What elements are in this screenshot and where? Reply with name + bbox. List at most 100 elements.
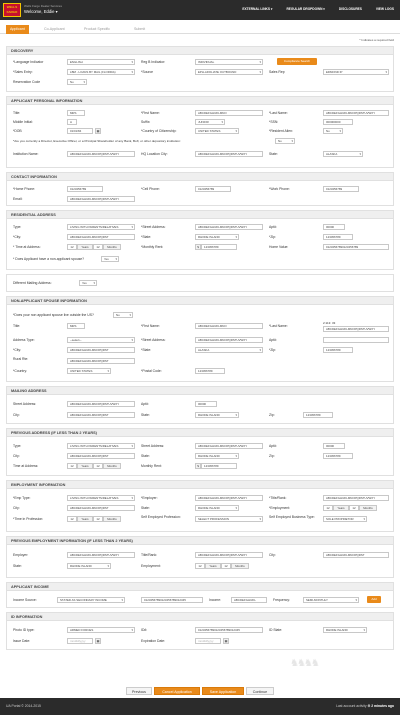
city-input[interactable]: ABCDEFGHIJKLMNOPQRST [67, 347, 135, 353]
street-input[interactable]: ABCDEFGHIJKLMNOPQRSTUVWXY [195, 443, 263, 449]
outside-us-select[interactable]: No [113, 312, 133, 318]
first-name-input[interactable]: ABCDEFGHIJKLMNO [195, 323, 263, 329]
email-input[interactable]: ABCDEFGHIJKLMNOPQRSTUVWXY [67, 196, 135, 202]
apt-input[interactable]: 00000 [323, 224, 345, 230]
nav-disclosures[interactable]: DISCLOSURES [339, 7, 362, 11]
non-applicant-spouse-select[interactable]: Yes [101, 256, 119, 262]
id-state-select[interactable]: RHODE ISLAND [323, 627, 367, 633]
dob-input[interactable]: 01/01/84 [67, 128, 93, 134]
last-name-input[interactable]: ABCDEFGHIJKLMNOPQRSTUVWXY [323, 326, 389, 332]
years-input[interactable]: 12 [323, 505, 333, 511]
ssn-input[interactable]: 000000000 [323, 119, 353, 125]
frequency-select[interactable]: SEMI-MONTHLY [303, 597, 359, 603]
home-phone-input[interactable]: 0123456789 [67, 186, 103, 192]
work-phone-input[interactable]: 0123456789 [323, 186, 359, 192]
state-select[interactable]: RHODE ISLAND [67, 563, 111, 569]
hq-input[interactable]: ABCDEFGHIJKLMNOPQRSTUVWXY [195, 151, 263, 157]
address-type-select[interactable]: --select-- [67, 337, 135, 343]
title-input[interactable]: MRS [67, 110, 85, 116]
title-rank-input[interactable]: ABCDEFGHIJKLMNOPQRSTUVWXY [323, 495, 389, 501]
compliance-search-button[interactable]: Compliance Search [277, 58, 317, 65]
issue-date-input[interactable]: mm/dd/yyyy [67, 638, 93, 644]
city-input[interactable]: ABCDEFGHIJKLMNOPQRST [67, 505, 135, 511]
months-input[interactable]: 12 [349, 505, 359, 511]
tab-co-applicant[interactable]: Co-Applicant [40, 25, 69, 34]
type-select[interactable]: LIVING WITH PARENTS/RELATIVES [67, 224, 135, 230]
state-select[interactable]: RHODE ISLAND [195, 453, 239, 459]
self-employed-profession-select[interactable]: SELECT PROFESSION [195, 516, 263, 522]
last-name-input[interactable]: ABCDEFGHIJKLMNOPQRSTUVWXY [323, 110, 389, 116]
save-application-button[interactable]: Save Application [202, 687, 244, 695]
emp-type-select[interactable]: LIVING WITH PARENTS/RELATIVES [67, 495, 135, 501]
nav-regular-dropdown[interactable]: REGULAR DROPDOWN ▾ [286, 7, 324, 11]
institution-input[interactable]: ABCDEFGHIJKLMNOPQRSTUVWXY [67, 151, 135, 157]
self-employed-type-select[interactable]: SOLE PROPRIETOR [323, 516, 367, 522]
rural-route-input[interactable]: ABCDEFGHIJKLMNOPQRST [67, 358, 135, 364]
suffix-select[interactable]: JUNIOR [195, 119, 225, 125]
calendar-icon[interactable]: ▦ [95, 128, 101, 134]
type-select[interactable]: LIVING WITH PARENTS/RELATIVES [67, 443, 135, 449]
years-input[interactable]: 12 [67, 463, 77, 469]
months-input[interactable]: 12 [93, 463, 103, 469]
monthly-rent-input[interactable]: 123456789 [201, 244, 237, 250]
nav-view-logs[interactable]: VIEW LOGS [376, 7, 394, 11]
employer-input[interactable]: ABCDEFGHIJKLMNOPQRSTUVWXY [67, 552, 135, 558]
language-select[interactable]: ENGLISH [67, 59, 135, 65]
sales-entry-select[interactable]: LBM - LOANS BY MAIL (FLORIDA) [67, 69, 135, 75]
months-input[interactable]: 12 [93, 244, 103, 250]
state-select[interactable]: ALASKA [323, 151, 363, 157]
resident-alien-select[interactable]: No [323, 128, 343, 134]
middle-initial-input[interactable]: A [67, 119, 77, 125]
citizenship-select[interactable]: UNITED STATES [195, 128, 239, 134]
cell-phone-input[interactable]: 0123456789 [195, 186, 231, 192]
income-input[interactable]: ABCDEFGHIJKL [231, 597, 267, 603]
expiration-date-input[interactable]: mm/dd/yyyy [195, 638, 221, 644]
years-input[interactable]: 12 [195, 563, 205, 569]
apt-input[interactable]: 00000 [195, 401, 217, 407]
calendar-icon[interactable]: ▦ [223, 638, 229, 644]
add-income-button[interactable]: Add [367, 596, 381, 603]
photo-id-type-select[interactable]: ARMED FORCES [67, 627, 135, 633]
sales-rep-select[interactable]: EDMOND IP [323, 69, 389, 75]
street-input[interactable]: ABCDEFGHIJKLMNOPQRSTUVWXY [195, 224, 263, 230]
first-name-input[interactable]: ABCDEFGHIJKLMNO [195, 110, 263, 116]
city-input[interactable]: ABCDEFGHIJKLMNOPQRST [67, 412, 135, 418]
cancel-application-button[interactable]: Cancel Application [154, 687, 200, 695]
zip-input[interactable]: 123456789 [303, 412, 333, 418]
tab-product-specific[interactable]: Product Specific [80, 25, 114, 34]
country-select[interactable]: UNITED STATES [67, 368, 111, 374]
state-select[interactable]: RHODE ISLAND [195, 234, 239, 240]
home-value-input[interactable]: 01234567890123456789 [323, 244, 389, 250]
profession-months-input[interactable]: 12 [93, 516, 103, 522]
source-select[interactable]: EPH-AFFILIATE OUTBOUND [195, 69, 263, 75]
street-input[interactable]: ABCDEFGHIJKLMNOPQRSTUVWXY [195, 337, 263, 343]
zip-input[interactable]: 123456789 [323, 453, 353, 459]
city-input[interactable]: ABCDEFGHIJKLMNOPQRST [67, 234, 135, 240]
calendar-icon[interactable]: ▦ [95, 638, 101, 644]
tab-applicant[interactable]: Applicant [6, 25, 29, 34]
title-rank-input[interactable]: ABCDEFGHIJKLMNOPQRSTUVWXY [195, 552, 263, 558]
months-input[interactable]: 12 [221, 563, 231, 569]
apt-input[interactable]: 00000 [323, 443, 345, 449]
title-input[interactable]: MRS [67, 323, 85, 329]
different-mailing-select[interactable]: Yes [79, 280, 97, 286]
nav-external-links[interactable]: EXTERNAL LINKS ▾ [242, 7, 272, 11]
previous-button[interactable]: Previous [126, 687, 152, 695]
continue-button[interactable]: Continue [246, 687, 274, 695]
postal-code-input[interactable]: 123456789 [195, 368, 225, 374]
zip-input[interactable]: 123456789 [323, 234, 353, 240]
state-select[interactable]: ALASKA [195, 347, 263, 353]
street-input[interactable]: ABCDEFGHIJKLMNOPQRSTUVWXY [67, 401, 135, 407]
state-select[interactable]: RHODE ISLAND [195, 505, 239, 511]
income-amount-input[interactable]: 01234567890123456789012345 [141, 597, 203, 603]
reservation-select[interactable]: No [67, 79, 87, 85]
apt-input[interactable] [323, 337, 389, 343]
user-menu[interactable]: Welcome, Eddie ▾ [24, 9, 58, 14]
city-input[interactable]: ABCDEFGHIJKLMNOPQRST [323, 552, 389, 558]
city-input[interactable]: ABCDEFGHIJKLMNOPQRST [67, 453, 135, 459]
zip-input[interactable]: 123456789 [323, 347, 353, 353]
director-select[interactable]: No [275, 138, 295, 144]
tab-submit[interactable]: Submit [130, 25, 149, 34]
reg-b-select[interactable]: INDIVIDUAL [195, 59, 263, 65]
id-number-input[interactable]: 01234567890123456789012345 [195, 627, 263, 633]
